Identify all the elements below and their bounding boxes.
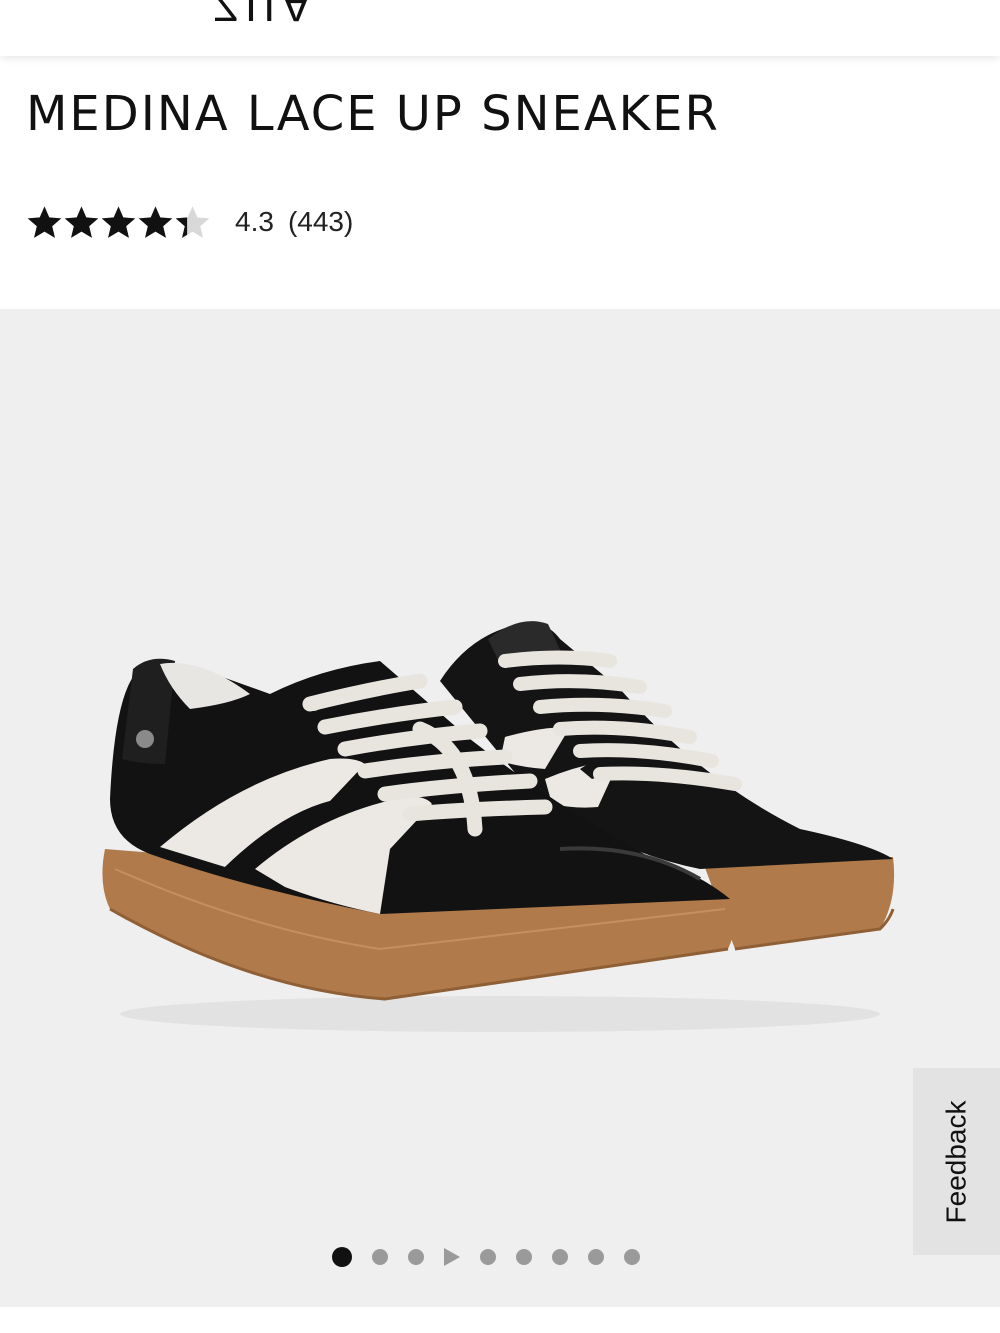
carousel-dot-3[interactable] [408, 1249, 424, 1265]
carousel-dot-5[interactable] [480, 1249, 496, 1265]
product-rating[interactable]: 4.3 (443) [26, 200, 353, 244]
rating-value: 4.3 [235, 206, 274, 237]
feedback-button[interactable]: Feedback [913, 1068, 1000, 1255]
product-title: MEDINA LACE UP SNEAKER [26, 86, 720, 142]
carousel-dot-7[interactable] [552, 1249, 568, 1265]
product-image-gallery[interactable]: Feedback [0, 309, 1000, 1307]
brand-logo[interactable]: ZIIA [212, 0, 317, 30]
video-play-icon[interactable] [444, 1248, 460, 1266]
rating-stars [26, 204, 211, 241]
product-image[interactable] [0, 309, 1000, 1307]
product-page: ZIIA MEDINA LACE UP SNEAKER 4.3 (443) Fe… [0, 0, 1000, 1333]
site-header: ZIIA [0, 0, 1000, 56]
star-icon [101, 205, 136, 238]
page-bottom [0, 1307, 1000, 1333]
star-icon [64, 205, 99, 238]
star-icon [27, 205, 62, 238]
review-count-link[interactable]: (443) [288, 206, 353, 238]
carousel-dot-9[interactable] [624, 1249, 640, 1265]
carousel-dot-8[interactable] [588, 1249, 604, 1265]
carousel-dot-2[interactable] [372, 1249, 388, 1265]
carousel-dot-6[interactable] [516, 1249, 532, 1265]
star-icon [138, 205, 173, 238]
carousel-pagination [332, 1247, 640, 1267]
carousel-dot-1[interactable] [332, 1247, 352, 1267]
star-half-icon [175, 205, 210, 238]
feedback-label: Feedback [940, 1100, 972, 1223]
